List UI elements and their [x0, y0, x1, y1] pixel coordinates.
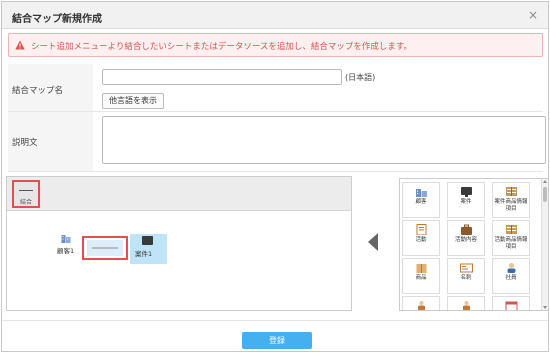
footer-divider	[2, 320, 548, 321]
join-canvas[interactable]: 結合 顧客1 案件1	[6, 176, 352, 311]
scroll-up-icon[interactable]	[543, 180, 547, 183]
palette-item[interactable]: 案件商品情報項目	[492, 182, 530, 218]
close-icon[interactable]: ×	[526, 8, 540, 22]
dialog-title: 結合マップ新規作成	[12, 14, 102, 25]
palette-item[interactable]	[402, 296, 440, 310]
card-icon	[460, 263, 473, 273]
palette-item[interactable]: 活動商品情報項目	[492, 220, 530, 256]
building-icon	[416, 189, 427, 197]
palette-item-label: 顧客	[415, 199, 427, 205]
join-line-icon	[19, 190, 33, 191]
palette-item[interactable]: 名刺	[447, 258, 485, 294]
palette-item-label: 案件商品情報項目	[494, 199, 528, 212]
palette-item-label: 商品	[415, 275, 427, 281]
description-label: 説明文	[12, 138, 38, 148]
scroll-thumb[interactable]	[543, 187, 547, 202]
palette-item-label: 活動内容	[454, 237, 477, 243]
palette-item[interactable]: 活動	[402, 220, 440, 256]
language-suffix: (日本語)	[345, 73, 376, 82]
org-icon	[418, 301, 425, 310]
person-icon	[507, 263, 516, 273]
palette-item[interactable]	[447, 296, 485, 310]
connector-line-icon	[92, 247, 118, 249]
show-other-languages-button[interactable]: 他言語を表示	[102, 93, 164, 109]
palette-item-label: 活動商品情報項目	[494, 237, 528, 250]
sheet-palette: 顧客 案件 案件商品情報項目活動 活動内容 活動商品情報項目商品 名刺 社員	[399, 178, 549, 311]
description-row: 説明文	[8, 112, 546, 172]
building-icon	[61, 235, 71, 243]
warning-icon	[15, 40, 25, 50]
customer-node-label: 顧客1	[57, 247, 75, 255]
palette-item-label: 名刺	[460, 275, 472, 281]
palette-item[interactable]: 案件	[447, 182, 485, 218]
document-icon	[416, 224, 427, 235]
palette-item[interactable]: 活動内容	[447, 220, 485, 256]
join-connector[interactable]	[82, 236, 128, 260]
alert-message: シート追加メニューより結合したいシートまたはデータソースを追加し、結合マップを作…	[31, 42, 413, 52]
join-tool-button[interactable]: 結合	[12, 180, 40, 208]
deal-node-label: 案件1	[135, 250, 153, 258]
palette-item-label: 社員	[505, 275, 517, 281]
monitor-icon	[461, 187, 472, 197]
monitor-icon	[142, 236, 153, 245]
org-icon	[463, 301, 470, 310]
name-row: 結合マップ名 (日本語) 他言語を表示	[8, 64, 543, 112]
register-button[interactable]: 登録	[242, 332, 312, 349]
palette-item[interactable]: 顧客	[402, 182, 440, 218]
scroll-down-icon[interactable]	[543, 306, 547, 309]
briefcase-icon	[461, 224, 472, 235]
palette-item[interactable]	[492, 296, 530, 310]
join-map-name-input[interactable]	[102, 69, 342, 85]
name-label-cell: 結合マップ名	[8, 64, 93, 111]
description-textarea[interactable]	[102, 116, 546, 164]
join-map-dialog: 結合マップ新規作成 × シート追加メニューより結合したいシートまたはデータソース…	[1, 1, 549, 352]
calendar-icon	[505, 301, 518, 310]
palette-item[interactable]: 社員	[492, 258, 530, 294]
package-icon	[416, 264, 427, 273]
canvas-node-customer[interactable]: 顧客1	[57, 233, 81, 257]
box-table-icon	[506, 225, 517, 234]
palette-scrollbar[interactable]	[541, 179, 548, 310]
join-tool-label: 結合	[19, 199, 32, 206]
palette-item-label: 活動	[415, 237, 427, 243]
box-table-icon	[506, 187, 517, 196]
name-label: 結合マップ名	[12, 86, 64, 96]
canvas-node-deal[interactable]: 案件1	[130, 234, 167, 264]
info-alert: シート追加メニューより結合したいシートまたはデータソースを追加し、結合マップを作…	[8, 33, 543, 57]
palette-item-label: 案件	[460, 199, 472, 205]
palette-item[interactable]: 商品	[402, 258, 440, 294]
desc-label-cell: 説明文	[8, 112, 93, 171]
canvas-toolbar: 結合	[7, 177, 351, 211]
dialog-title-bar: 結合マップ新規作成 ×	[2, 2, 548, 29]
add-to-canvas-arrow-icon[interactable]	[368, 233, 378, 251]
